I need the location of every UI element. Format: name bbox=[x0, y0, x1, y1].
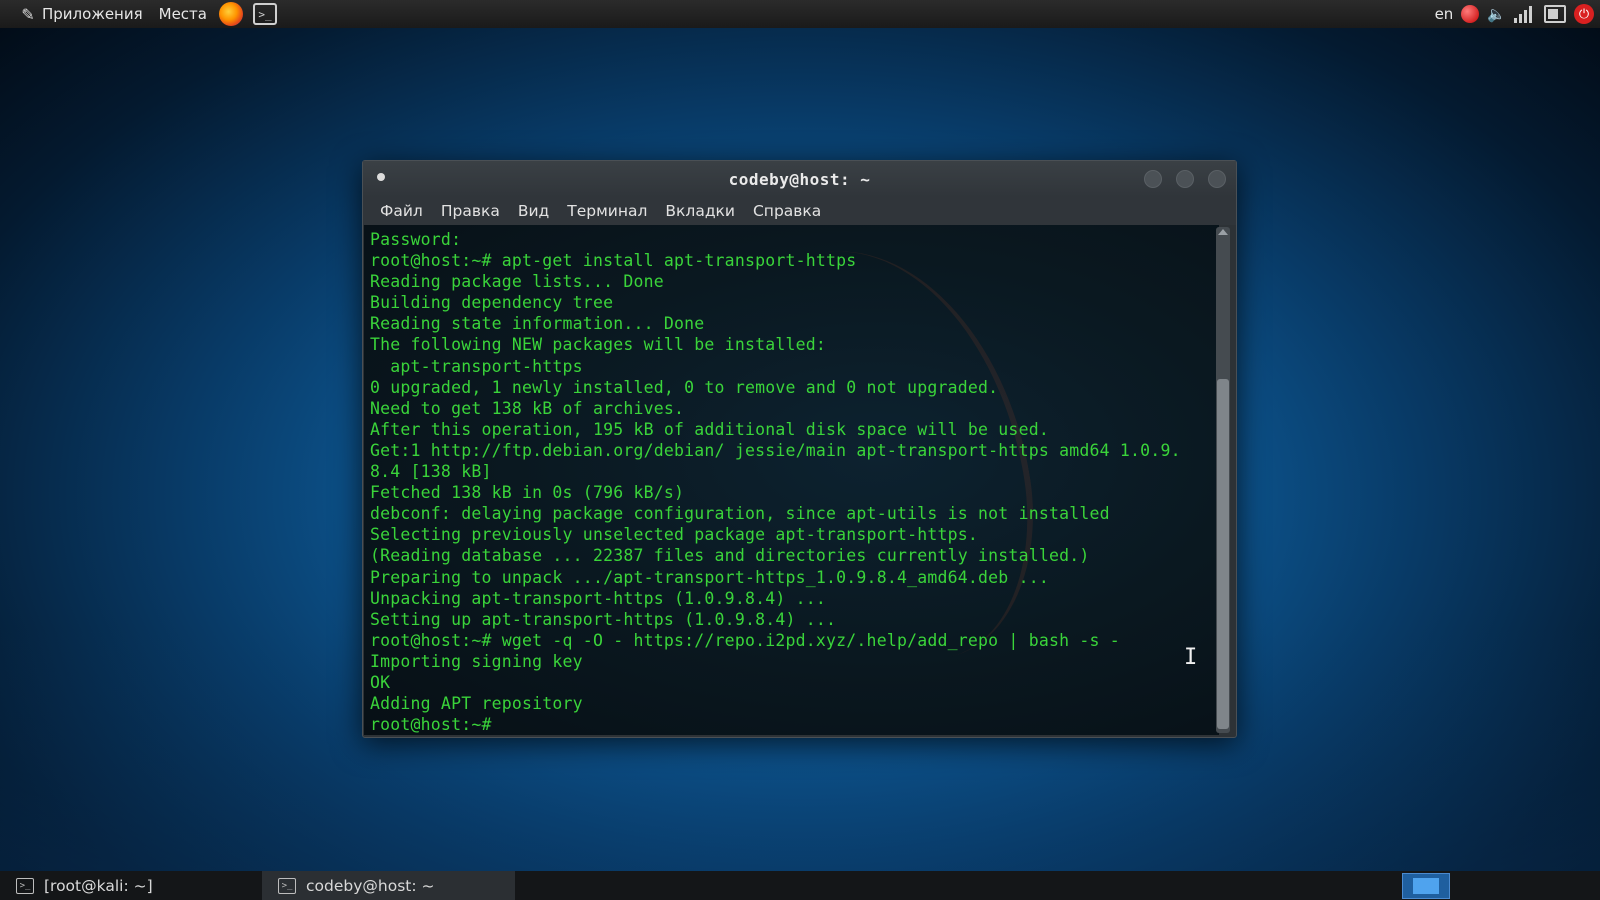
keyboard-layout-indicator[interactable]: en bbox=[1435, 5, 1454, 23]
scroll-up-arrow-icon[interactable] bbox=[1218, 229, 1228, 235]
menu-file[interactable]: Файл bbox=[371, 202, 432, 220]
applications-label: Приложения bbox=[42, 5, 143, 23]
workspace-switcher[interactable] bbox=[1402, 872, 1450, 899]
places-label: Места bbox=[158, 5, 207, 23]
kali-dragon-icon: ✎ bbox=[21, 4, 35, 24]
terminal-icon: >_ bbox=[16, 877, 34, 894]
terminal-line: Need to get 138 kB of archives. bbox=[370, 398, 685, 418]
terminal-line: OK bbox=[370, 672, 391, 692]
terminal-text: Password: root@host:~# apt-get install ap… bbox=[370, 229, 1215, 735]
terminal-line: Preparing to unpack .../apt-transport-ht… bbox=[370, 567, 1049, 587]
terminal-line: Setting up apt-transport-https (1.0.9.8.… bbox=[370, 609, 837, 629]
firefox-icon[interactable] bbox=[219, 2, 243, 26]
taskbar-item-label: codeby@host: ~ bbox=[306, 876, 435, 895]
terminal-window: codeby@host: ~ Файл Правка Вид Терминал … bbox=[362, 160, 1237, 738]
terminal-icon: >_ bbox=[278, 877, 296, 894]
terminal-line: Building dependency tree bbox=[370, 293, 614, 313]
top-panel: ✎ Приложения Места >_ en 🔈 ⏻ bbox=[0, 0, 1600, 28]
terminal-line: 0 upgraded, 1 newly installed, 0 to remo… bbox=[370, 377, 999, 397]
terminal-menubar: Файл Правка Вид Терминал Вкладки Справка bbox=[363, 197, 1236, 225]
terminal-line: Reading package lists... Done bbox=[370, 272, 664, 292]
terminal-line: debconf: delaying package configuration,… bbox=[370, 504, 1110, 524]
window-title: codeby@host: ~ bbox=[728, 169, 871, 189]
volume-icon[interactable]: 🔈 bbox=[1487, 5, 1506, 23]
menu-tabs[interactable]: Вкладки bbox=[656, 202, 744, 220]
maximize-button[interactable] bbox=[1176, 170, 1194, 188]
terminal-line: Adding APT repository bbox=[370, 694, 583, 714]
terminal-line: Reading state information... Done bbox=[370, 314, 705, 334]
menu-help[interactable]: Справка bbox=[744, 202, 830, 220]
record-icon[interactable] bbox=[1461, 5, 1480, 23]
scrollbar-thumb[interactable] bbox=[1217, 379, 1229, 729]
terminal-line: root@host:~# apt-get install apt-transpo… bbox=[370, 251, 857, 271]
applications-menu[interactable]: ✎ Приложения bbox=[10, 0, 151, 28]
terminal-line: root@host:~# bbox=[370, 715, 492, 735]
terminal-line: Fetched 138 kB in 0s (796 kB/s) bbox=[370, 483, 685, 503]
terminal-line: 8.4 [138 kB] bbox=[370, 462, 492, 482]
terminal-line: root@host:~# wget -q -O - https://repo.i… bbox=[370, 630, 1120, 650]
bottom-taskbar: >_ [root@kali: ~] >_ codeby@host: ~ bbox=[0, 871, 1600, 900]
window-menu-dot-icon[interactable] bbox=[377, 173, 385, 181]
terminal-line: apt-transport-https bbox=[370, 356, 583, 376]
terminal-icon[interactable]: >_ bbox=[253, 3, 277, 25]
battery-icon[interactable] bbox=[1544, 5, 1566, 23]
taskbar-item-codeby-host[interactable]: >_ codeby@host: ~ bbox=[262, 871, 515, 900]
menu-terminal[interactable]: Терминал bbox=[558, 202, 656, 220]
terminal-line: After this operation, 195 kB of addition… bbox=[370, 419, 1049, 439]
power-icon[interactable]: ⏻ bbox=[1574, 4, 1594, 24]
terminal-output[interactable]: Password: root@host:~# apt-get install ap… bbox=[364, 225, 1219, 735]
terminal-line: Importing signing key bbox=[370, 651, 583, 671]
terminal-line: Unpacking apt-transport-https (1.0.9.8.4… bbox=[370, 588, 827, 608]
network-icon[interactable] bbox=[1514, 5, 1536, 23]
taskbar-item-root-kali[interactable]: >_ [root@kali: ~] bbox=[0, 871, 262, 900]
menu-view[interactable]: Вид bbox=[509, 202, 558, 220]
window-titlebar[interactable]: codeby@host: ~ bbox=[363, 161, 1236, 197]
text-cursor-icon: I bbox=[1184, 645, 1198, 670]
places-menu[interactable]: Места bbox=[151, 0, 215, 28]
terminal-line: Selecting previously unselected package … bbox=[370, 525, 979, 545]
taskbar-item-label: [root@kali: ~] bbox=[44, 876, 153, 895]
close-button[interactable] bbox=[1208, 170, 1226, 188]
terminal-line: Password: bbox=[370, 230, 462, 249]
menu-edit[interactable]: Правка bbox=[432, 202, 509, 220]
terminal-scrollbar[interactable] bbox=[1216, 227, 1230, 733]
terminal-line: The following NEW packages will be insta… bbox=[370, 335, 827, 355]
terminal-line: (Reading database ... 22387 files and di… bbox=[370, 546, 1090, 566]
minimize-button[interactable] bbox=[1144, 170, 1162, 188]
terminal-line: Get:1 http://ftp.debian.org/debian/ jess… bbox=[370, 440, 1181, 460]
